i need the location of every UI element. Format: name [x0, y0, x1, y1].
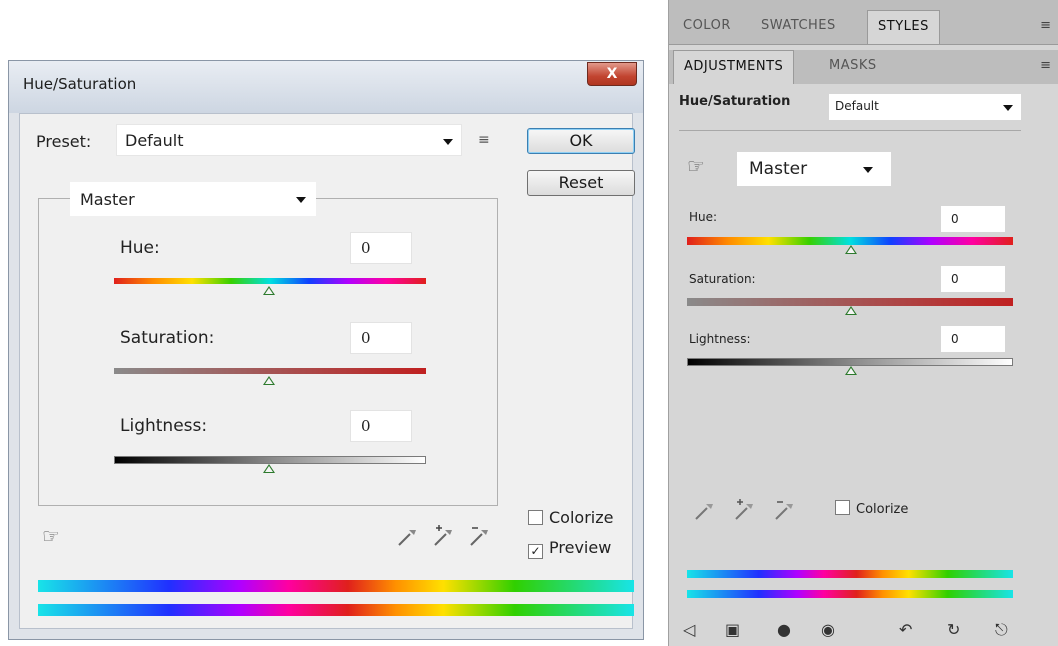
- panel-menu-icon[interactable]: ≡: [1040, 58, 1051, 73]
- checkmark-icon[interactable]: ✓: [528, 544, 543, 559]
- checkbox-box[interactable]: [835, 500, 850, 515]
- subtract-from-sample-eyedropper-icon[interactable]: [468, 524, 492, 548]
- subtract-from-sample-eyedropper-icon[interactable]: [773, 498, 797, 522]
- divider: [679, 130, 1021, 131]
- previous-state-icon[interactable]: ↶: [899, 620, 912, 639]
- hue-input[interactable]: 0: [350, 232, 412, 264]
- hue-saturation-dialog: Hue/Saturation X Preset: Default ≡ OK Re…: [8, 60, 644, 640]
- targeted-adjustment-hand-icon[interactable]: ☞: [687, 154, 705, 178]
- back-arrow-icon[interactable]: ◁: [683, 620, 695, 639]
- dialog-body: Preset: Default ≡ OK Reset Master Hue: 0…: [19, 113, 635, 629]
- preset-options-icon[interactable]: ≡: [478, 132, 490, 148]
- saturation-slider-thumb[interactable]: [263, 376, 275, 385]
- checkbox-box[interactable]: [528, 510, 543, 525]
- panel-lightness-label: Lightness:: [689, 332, 751, 346]
- panel-saturation-input[interactable]: 0: [941, 266, 1005, 292]
- panel-hue-slider-track[interactable]: [687, 237, 1013, 245]
- hue-label: Hue:: [120, 238, 160, 258]
- lightness-input[interactable]: 0: [350, 410, 412, 442]
- preset-value: Default: [125, 131, 184, 150]
- lightness-label: Lightness:: [120, 416, 208, 436]
- eye-icon[interactable]: ◉: [821, 620, 835, 639]
- adjustments-masks-tabs: ADJUSTMENTS MASKS ≡: [669, 50, 1058, 84]
- preview-label: Preview: [549, 538, 612, 557]
- panel-saturation-slider-thumb[interactable]: [845, 306, 857, 315]
- output-color-bar: [38, 604, 634, 616]
- preview-checkbox[interactable]: ✓ Preview: [528, 538, 611, 559]
- reset-icon[interactable]: ↻: [947, 620, 960, 639]
- tab-masks[interactable]: MASKS: [819, 50, 887, 84]
- panel-output-color-bar: [687, 590, 1013, 598]
- panel-hue-label: Hue:: [689, 210, 718, 224]
- saturation-label: Saturation:: [120, 328, 215, 348]
- channel-value: Master: [80, 190, 135, 209]
- dialog-titlebar[interactable]: Hue/Saturation X: [9, 61, 643, 113]
- panel-lightness-slider-thumb[interactable]: [845, 366, 857, 375]
- lightness-slider-thumb[interactable]: [263, 464, 275, 473]
- panel-colorize-label: Colorize: [856, 502, 909, 517]
- panel-channel-value: Master: [749, 159, 808, 179]
- ok-button[interactable]: OK: [527, 128, 635, 154]
- visibility-dot-icon[interactable]: ●: [777, 620, 791, 639]
- preset-label: Preset:: [36, 132, 92, 151]
- panel-colorize-checkbox[interactable]: Colorize: [835, 500, 908, 517]
- chevron-down-icon: [863, 167, 873, 173]
- tab-adjustments[interactable]: ADJUSTMENTS: [673, 50, 795, 84]
- channel-select[interactable]: Master: [70, 182, 316, 216]
- panel-preset-value: Default: [835, 99, 879, 113]
- panel-saturation-label: Saturation:: [689, 272, 756, 286]
- close-button[interactable]: X: [587, 62, 637, 86]
- panel-lightness-slider-track[interactable]: [687, 358, 1013, 366]
- panel-menu-icon[interactable]: ≡: [1040, 18, 1051, 33]
- panel-saturation-slider-track[interactable]: [687, 298, 1013, 306]
- hue-slider-thumb[interactable]: [263, 286, 275, 295]
- panel-preset-select[interactable]: Default: [829, 94, 1021, 120]
- lightness-slider-track[interactable]: [114, 456, 426, 464]
- panel-hue-input[interactable]: 0: [941, 206, 1005, 232]
- reset-button[interactable]: Reset: [527, 170, 635, 196]
- chevron-down-icon: [296, 197, 306, 203]
- dialog-title: Hue/Saturation: [23, 75, 137, 93]
- saturation-slider-track[interactable]: [114, 368, 426, 374]
- add-to-sample-eyedropper-icon[interactable]: [432, 524, 456, 548]
- panel-footer: ◁ ▣ ● ◉ ↶ ↻ ⎋: [669, 618, 1058, 646]
- clip-icon[interactable]: ▣: [725, 620, 740, 639]
- eyedropper-icon[interactable]: [693, 498, 717, 522]
- trash-icon[interactable]: ⎋: [995, 620, 1008, 640]
- targeted-adjustment-hand-icon[interactable]: ☞: [42, 524, 60, 548]
- tab-swatches[interactable]: SWATCHES: [751, 10, 846, 44]
- adjustments-panel: COLOR SWATCHES STYLES ≡ ADJUSTMENTS MASK…: [668, 0, 1058, 646]
- panel-hue-slider-thumb[interactable]: [845, 245, 857, 254]
- chevron-down-icon: [443, 139, 453, 145]
- add-to-sample-eyedropper-icon[interactable]: [733, 498, 757, 522]
- hue-slider-track[interactable]: [114, 278, 426, 284]
- panel-channel-select[interactable]: Master: [737, 152, 891, 186]
- preset-select[interactable]: Default: [116, 124, 462, 156]
- saturation-input[interactable]: 0: [350, 322, 412, 354]
- panel-lightness-input[interactable]: 0: [941, 326, 1005, 352]
- tab-color[interactable]: COLOR: [673, 10, 741, 44]
- adjustment-title: Hue/Saturation: [679, 94, 791, 109]
- panel-input-color-bar: [687, 570, 1013, 578]
- color-swatches-styles-tabs: COLOR SWATCHES STYLES ≡: [669, 0, 1058, 45]
- colorize-label: Colorize: [549, 508, 614, 527]
- tab-styles[interactable]: STYLES: [867, 10, 940, 44]
- colorize-checkbox[interactable]: Colorize: [528, 508, 613, 527]
- chevron-down-icon: [1003, 105, 1013, 111]
- input-color-bar: [38, 580, 634, 592]
- eyedropper-icon[interactable]: [396, 524, 420, 548]
